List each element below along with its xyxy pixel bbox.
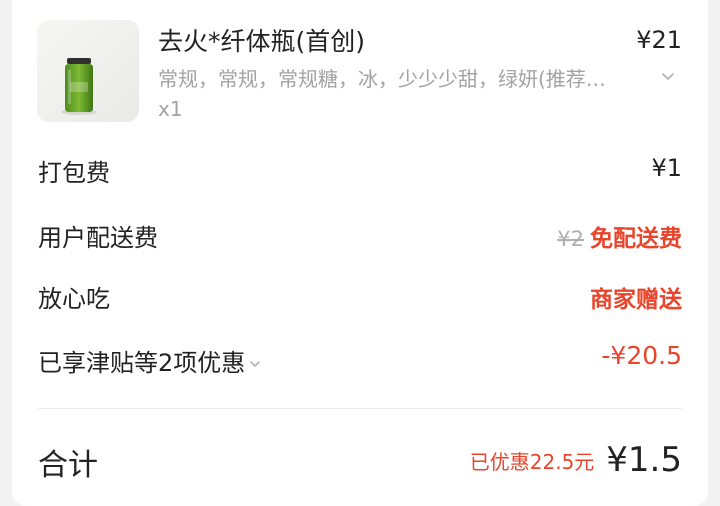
total-label: 合计 bbox=[38, 448, 98, 483]
delivery-fee-value: ¥2 免配送费 bbox=[557, 219, 682, 253]
product-price: ¥21 bbox=[636, 26, 682, 54]
chevron-down-icon bbox=[250, 361, 261, 367]
juice-bottle-icon bbox=[37, 20, 139, 122]
assurance-value: 商家赠送 bbox=[590, 287, 682, 313]
saved-amount: 已优惠22.5元 bbox=[469, 449, 595, 474]
total-amount: ¥1.5 bbox=[606, 440, 682, 480]
discount-label: 已享津贴等2项优惠 bbox=[38, 349, 246, 377]
order-summary-card: 去火*纤体瓶(首创) ¥21 常规，常规，常规糖，冰，少少少甜，绿妍(推荐… x… bbox=[12, 0, 708, 506]
delivery-original-price: ¥2 bbox=[557, 227, 584, 251]
free-delivery-text: 免配送费 bbox=[590, 226, 682, 252]
discount-value: -¥20.5 bbox=[601, 341, 682, 370]
chevron-down-icon[interactable] bbox=[658, 66, 678, 86]
product-name: 去火*纤体瓶(首创) bbox=[158, 27, 366, 56]
discount-row[interactable]: 已享津贴等2项优惠 bbox=[38, 343, 263, 378]
divider bbox=[38, 408, 682, 409]
product-image[interactable] bbox=[37, 20, 139, 122]
assurance-label: 放心吃 bbox=[38, 285, 110, 313]
packing-fee-label: 打包费 bbox=[38, 159, 110, 187]
packing-fee-value: ¥1 bbox=[651, 154, 682, 182]
delivery-fee-label: 用户配送费 bbox=[38, 224, 158, 252]
product-specs[interactable]: 常规，常规，常规糖，冰，少少少甜，绿妍(推荐… bbox=[158, 63, 648, 92]
product-quantity: x1 bbox=[158, 97, 183, 121]
total-summary: 已优惠22.5元 ¥1.5 bbox=[470, 440, 682, 480]
